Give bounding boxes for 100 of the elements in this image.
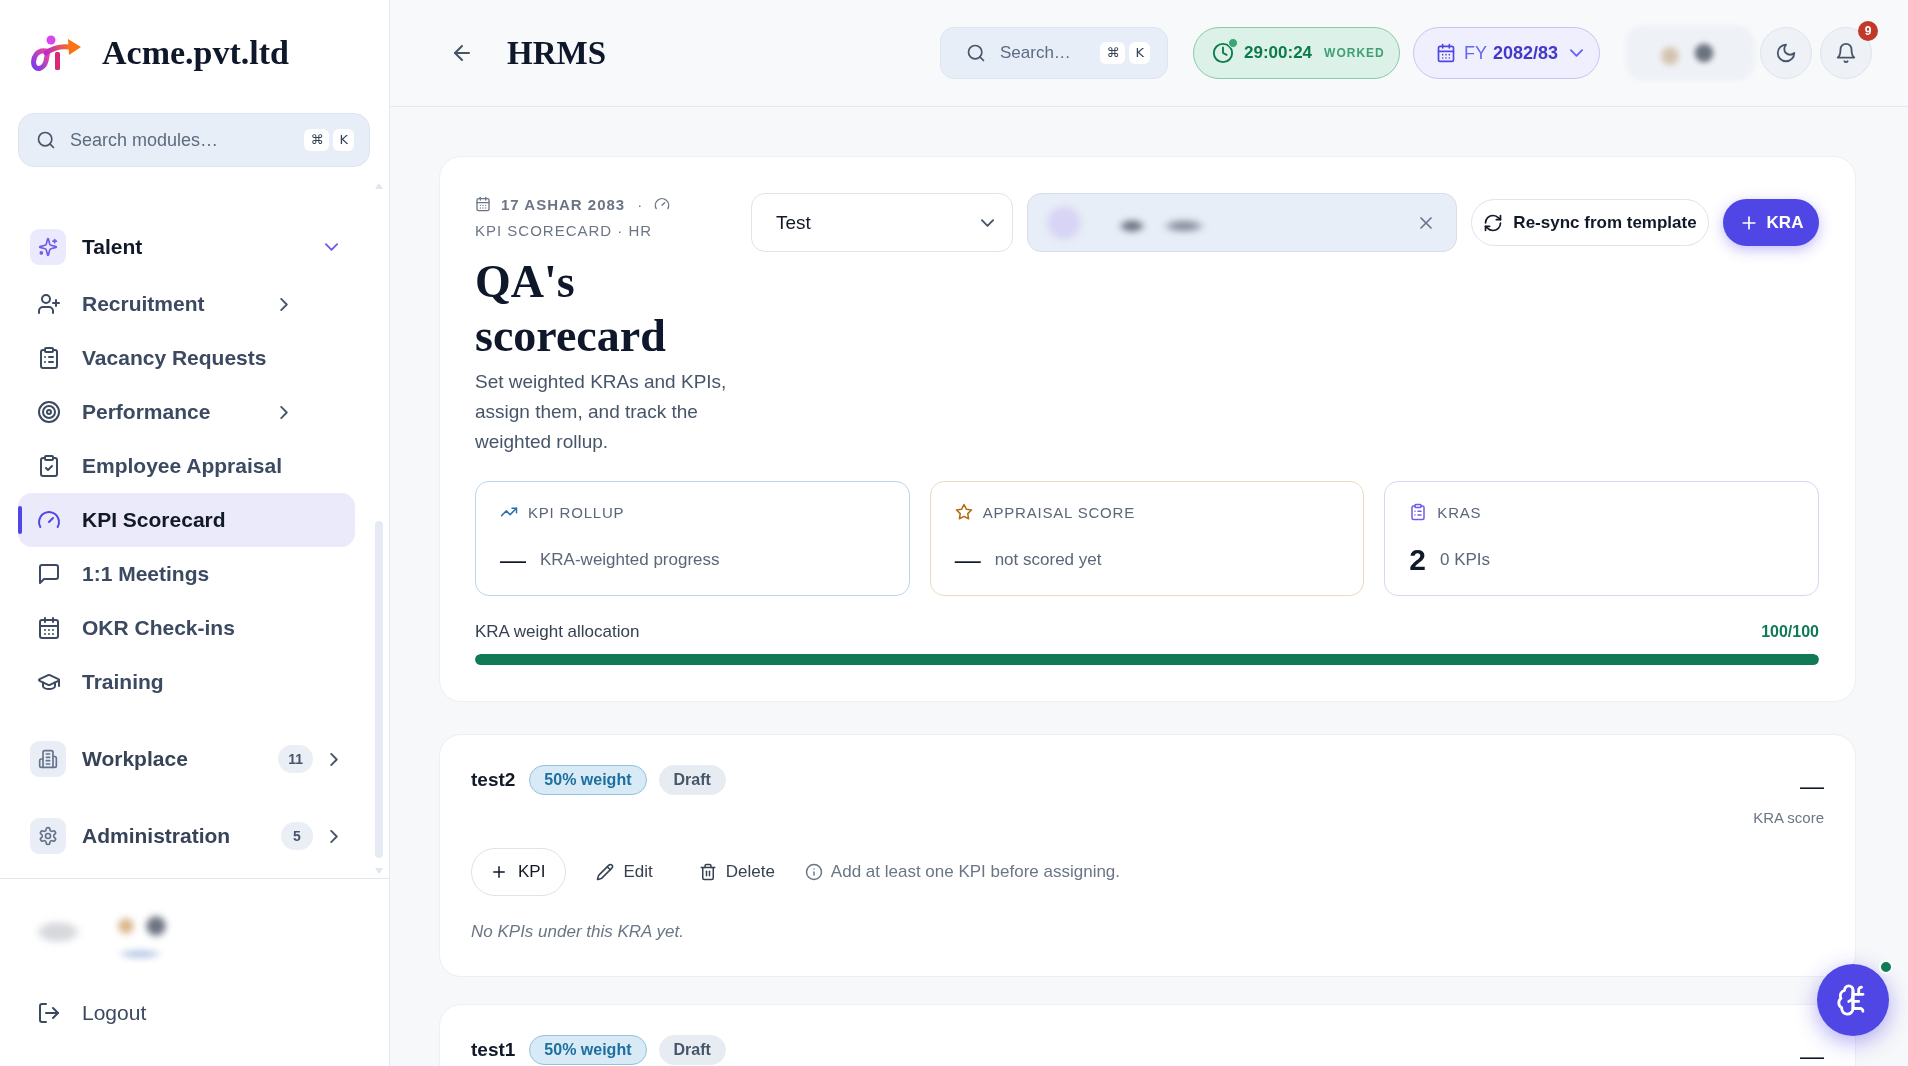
assistant-button[interactable] [1817,964,1889,1036]
stat-label: KPI ROLLUP [528,503,625,521]
nav-group-header[interactable]: Administration 5 [18,809,355,863]
chevron-right-icon [280,297,288,311]
nav-group-header[interactable]: Talent [18,220,355,274]
scrollbar-thumb[interactable] [375,521,383,858]
logout-icon [37,1001,61,1025]
brand-name: Acme.pvt.ltd [102,33,289,72]
chevron-down-icon [1570,49,1583,57]
scorecard-title: QA's scorecard [475,255,667,363]
add-kra-button[interactable]: KRA [1723,199,1819,246]
kra-score-value: — [1800,1044,1824,1066]
kra-score-value: — [1800,774,1824,798]
nav-item[interactable]: OKR Check-ins [18,601,355,655]
allocation-reading: 100/100 [1761,623,1819,641]
status-badge: Draft [658,765,726,795]
notifications-button[interactable] [1820,27,1872,79]
delete-button[interactable]: Delete [698,856,775,888]
edit-button[interactable]: Edit [596,856,653,888]
plus-icon [490,863,508,881]
calendar-icon [1436,43,1456,63]
count-badge: 11 [278,745,313,773]
star-icon [954,503,973,521]
nav-item[interactable]: 1:1 Meetings [18,547,355,601]
trash-icon [698,863,717,881]
stat-caption: 0 KPIs [1440,550,1491,570]
shortcut-key: K [1129,42,1150,64]
bell-icon [1835,42,1857,64]
template-select[interactable]: Test [751,193,1013,252]
stat-label: APPRAISAL SCORE [982,503,1135,521]
nav-item[interactable]: Vacancy Requests [18,331,355,385]
search-icon [966,43,986,63]
chat-bubble-icon [37,562,61,586]
target-icon [37,400,61,424]
pencil-icon [596,863,615,881]
user-plus-icon [37,292,61,316]
nav-group-header[interactable]: Workplace 11 [18,732,355,786]
kra-name: test1 [471,1039,516,1061]
stat-caption: KRA-weighted progress [540,550,720,570]
clipboard-check-icon [37,454,61,478]
weight-badge: 50% weight [529,765,647,795]
theme-toggle-button[interactable] [1760,27,1812,79]
separator: · [637,195,643,213]
scorecard-date: 17 ASHAR 2083 [501,195,626,213]
chevron-right-icon [330,829,338,843]
nav-item[interactable]: Recruitment [18,277,355,331]
nav-item[interactable]: Employee Appraisal [18,439,355,493]
hint-text: Add at least one KPI before assigning. [830,862,1121,882]
weight-badge: 50% weight [529,1035,647,1065]
scorecard-breadcrumb: KPI SCORECARD · HR [475,221,654,241]
count-badge: 5 [281,822,313,850]
redacted-profile-block[interactable] [1626,26,1754,80]
resync-button[interactable]: Re-sync from template [1471,199,1709,246]
stat-caption: not scored yet [994,550,1102,570]
moon-icon [1775,42,1797,64]
settings-icon [30,818,66,854]
scorecard-description: Set weighted KRAs and KPIs, assign them, and track the weighted rollup. [475,370,728,454]
empty-message: No KPIs under this KRA yet. [471,921,685,943]
nav-item[interactable]: Performance [18,385,355,439]
notification-count-badge: 9 [1858,21,1878,41]
timer-label: WORKED [1324,46,1385,60]
fiscal-year-value: 2082/83 [1493,42,1559,64]
timer-value: 29:00:24 [1244,43,1313,63]
info-icon [804,863,823,881]
search-icon [36,130,56,150]
building-icon [30,741,66,777]
stat-value: 2 [1409,543,1426,577]
shortcut-key: K [333,129,354,151]
shortcut-key: ⌘ [1100,42,1126,64]
status-badge: Draft [658,1035,726,1065]
nav-item[interactable]: Training [18,655,355,709]
worked-timer-pill[interactable]: 29:00:24 WORKED [1193,27,1400,79]
kra-name: test2 [471,769,516,791]
nav-item[interactable]: KPI Scorecard [18,493,355,547]
fiscal-year-selector[interactable]: FY 2082/83 [1413,27,1600,79]
shortcut-key: ⌘ [304,129,330,151]
clipboard-list-icon [37,346,61,370]
calendar-icon [37,616,61,640]
assignee-field[interactable] [1027,193,1457,252]
allocation-label: KRA weight allocation [475,622,640,642]
sparkles-icon [30,229,66,265]
add-kpi-button[interactable]: KPI [471,848,567,896]
online-status-dot-icon [1879,960,1893,974]
clock-icon [1212,42,1234,64]
logo-icon [30,34,82,71]
chevron-right-icon [330,752,338,766]
stat-value: — [954,544,981,576]
refresh-icon [1483,212,1504,233]
chevron-right-icon [280,405,288,419]
stat-value: — [500,544,526,576]
fiscal-year-prefix: FY [1464,42,1487,64]
kra-score-label: KRA score [1753,808,1824,828]
chevron-down-icon [325,243,338,251]
stat-label: KRAS [1437,503,1482,521]
gauge-icon [654,196,671,212]
page-title: HRMS [507,34,606,72]
calendar-icon [475,196,491,212]
chevron-down-icon [981,218,994,227]
logout-button[interactable]: Logout [37,990,147,1036]
clipboard-list-icon [1409,503,1428,521]
